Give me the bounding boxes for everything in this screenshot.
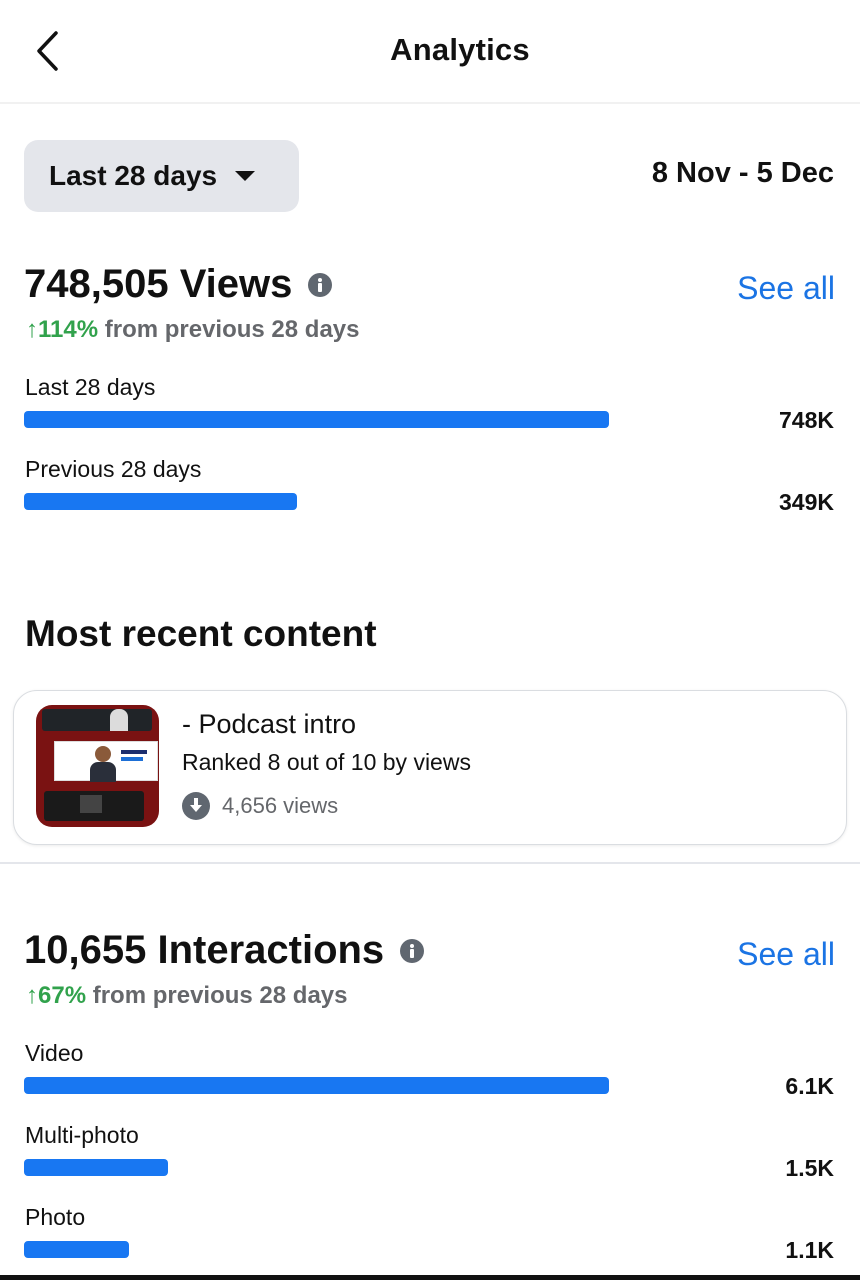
section-divider <box>0 862 860 864</box>
recent-content-card[interactable]: - Podcast intro Ranked 8 out of 10 by vi… <box>13 690 847 845</box>
info-icon[interactable] <box>400 938 425 963</box>
top-bar: Analytics <box>0 0 860 104</box>
content-views: 4,656 views <box>182 792 338 820</box>
interactions-heading: 10,655 Interactions <box>24 928 425 973</box>
views-bar-value-previous: 349K <box>779 489 834 515</box>
views-change: ↑114% from previous 28 days <box>26 316 360 344</box>
page-title: Analytics <box>390 32 530 67</box>
interactions-change: ↑67% from previous 28 days <box>26 982 347 1010</box>
interactions-change-text: from previous 28 days <box>86 982 348 1009</box>
date-range-text: 8 Nov - 5 Dec <box>651 157 834 189</box>
interactions-bar-label-video: Video <box>25 1040 84 1066</box>
interactions-bar-value-video: 6.1K <box>785 1073 834 1099</box>
interactions-total: 10,655 Interactions <box>24 928 385 972</box>
views-bar-last <box>24 411 609 428</box>
interactions-bar-photo <box>24 1241 129 1258</box>
views-change-percent: ↑114% <box>26 316 99 343</box>
caret-down-icon <box>235 171 256 181</box>
views-bar-previous <box>24 493 297 510</box>
views-total: 748,505 Views <box>24 262 293 306</box>
content-thumbnail <box>36 705 159 827</box>
content-views-count: 4,656 views <box>222 793 339 818</box>
interactions-bar-video <box>24 1077 609 1094</box>
interactions-change-percent: ↑67% <box>26 982 87 1009</box>
views-heading: 748,505 Views <box>24 262 333 307</box>
interactions-bar-label-photo: Photo <box>25 1204 86 1230</box>
interactions-see-all-link[interactable]: See all <box>737 936 835 973</box>
interactions-bar-multi-photo <box>24 1159 168 1176</box>
views-bar-label-previous: Previous 28 days <box>25 456 202 482</box>
date-range-dropdown[interactable]: Last 28 days <box>24 140 299 212</box>
views-bar-value-last: 748K <box>779 407 834 433</box>
date-range-dropdown-label: Last 28 days <box>49 160 218 191</box>
interactions-bar-value-multi-photo: 1.5K <box>785 1155 834 1181</box>
section-title-recent: Most recent content <box>25 613 377 654</box>
content-title: - Podcast intro <box>182 709 357 739</box>
interactions-bar-label-multi-photo: Multi-photo <box>25 1122 139 1148</box>
views-bar-label-last: Last 28 days <box>25 374 156 400</box>
interactions-bar-value-photo: 1.1K <box>785 1237 834 1263</box>
views-change-text: from previous 28 days <box>98 316 360 343</box>
bottom-edge <box>0 1275 860 1280</box>
arrow-down-icon <box>182 792 210 820</box>
views-see-all-link[interactable]: See all <box>737 270 835 307</box>
info-icon[interactable] <box>308 272 333 297</box>
content-rank: Ranked 8 out of 10 by views <box>182 749 471 775</box>
